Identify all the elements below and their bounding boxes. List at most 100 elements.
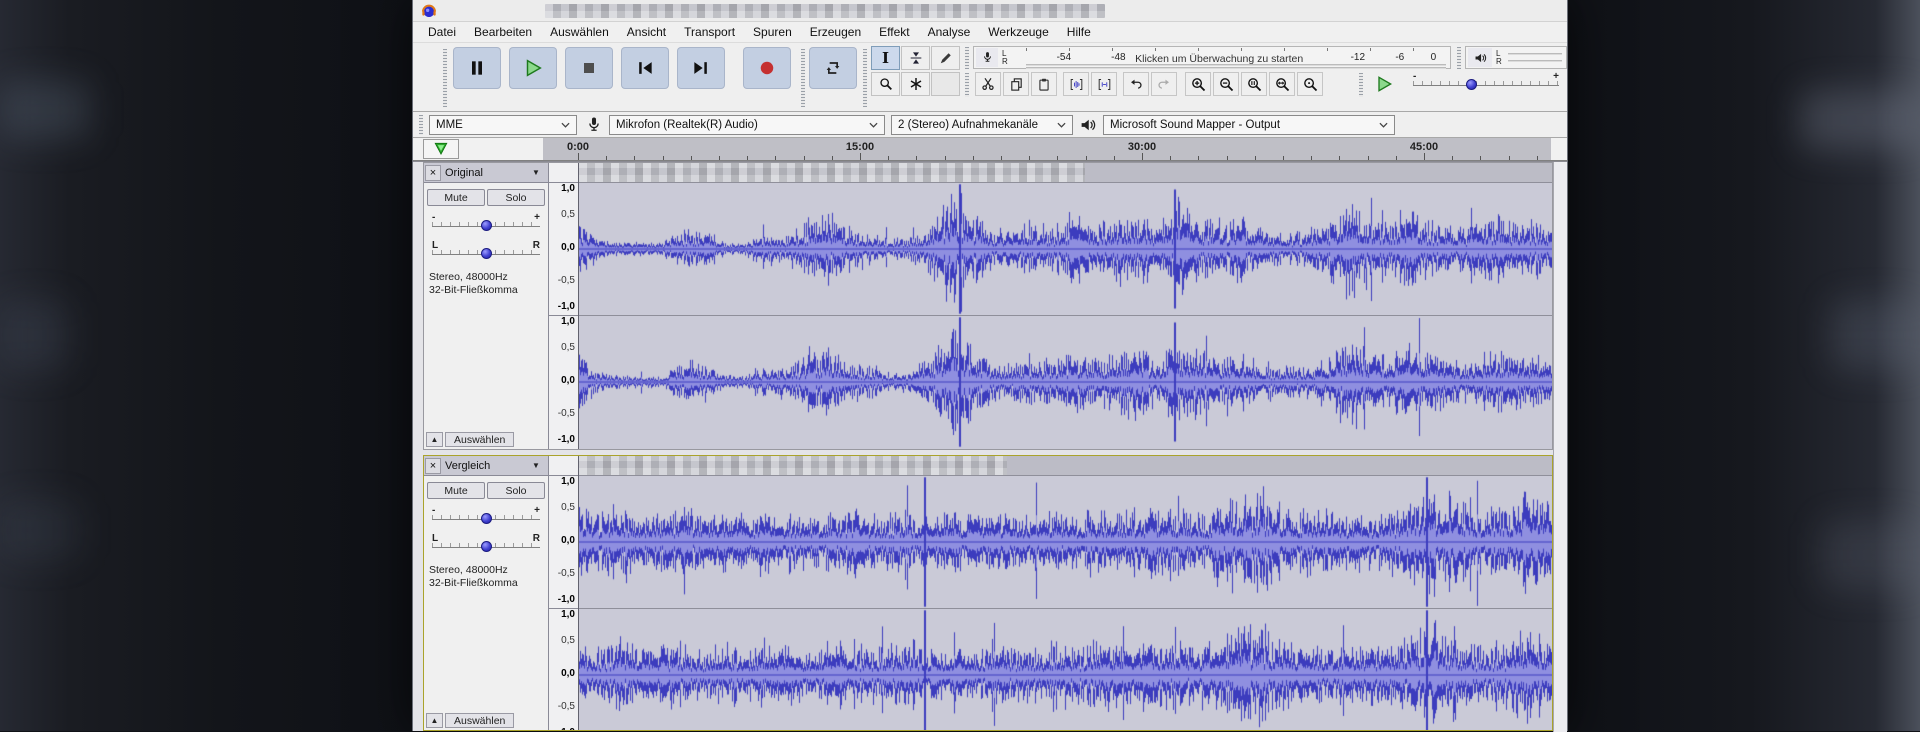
- play-at-speed-button[interactable]: [1369, 72, 1399, 96]
- menu-item-spuren[interactable]: Spuren: [744, 23, 801, 41]
- vertical-scale-channel[interactable]: 1,00,50,0-0,5-1,0: [549, 476, 578, 608]
- amplitude-label: -1,0: [558, 727, 575, 731]
- waveform-right-channel[interactable]: [579, 609, 1552, 731]
- multi-tool-button[interactable]: [901, 72, 930, 96]
- zoom-to-selection-button[interactable]: [1241, 72, 1267, 96]
- waveform-left-channel[interactable]: [579, 183, 1552, 315]
- mute-button[interactable]: Mute: [427, 189, 485, 206]
- toolbar-grip[interactable]: [965, 47, 969, 69]
- vertical-scrollbar[interactable]: [1553, 162, 1567, 732]
- select-track-button[interactable]: Auswählen: [445, 432, 514, 447]
- vertical-scale[interactable]: 1,00,50,0-0,5-1,0 1,00,50,0-0,5-1,0: [549, 163, 579, 449]
- playback-device-select[interactable]: Microsoft Sound Mapper - Output: [1103, 115, 1395, 135]
- audio-host-select[interactable]: MME: [429, 115, 577, 135]
- envelope-tool-button[interactable]: [901, 46, 930, 70]
- playback-meter-speaker-button[interactable]: [1468, 48, 1492, 67]
- solo-button[interactable]: Solo: [487, 482, 545, 499]
- slider-thumb[interactable]: [481, 220, 492, 231]
- track-menu-button[interactable]: ▼: [532, 168, 548, 177]
- menu-item-analyse[interactable]: Analyse: [919, 23, 980, 41]
- collapse-button[interactable]: ▲: [426, 713, 443, 728]
- toolbar-grip[interactable]: [419, 115, 423, 135]
- vertical-scale-channel[interactable]: 1,00,50,0-0,5-1,0: [549, 315, 578, 447]
- copy-button[interactable]: [1003, 72, 1029, 96]
- select-track-button[interactable]: Auswählen: [445, 713, 514, 728]
- track-close-button[interactable]: ×: [425, 165, 441, 181]
- silence-audio-button[interactable]: [1091, 72, 1117, 96]
- track-close-button[interactable]: ×: [425, 458, 441, 474]
- zoom-in-button[interactable]: [1185, 72, 1211, 96]
- track-control-panel: × Vergleich ▼ Mute Solo - + L R: [424, 456, 549, 730]
- paste-button[interactable]: [1031, 72, 1057, 96]
- slider-thumb[interactable]: [1466, 79, 1477, 90]
- track-title[interactable]: Vergleich: [441, 460, 532, 472]
- mute-button[interactable]: Mute: [427, 482, 485, 499]
- toolbar-grip[interactable]: [965, 73, 969, 97]
- pause-button[interactable]: [453, 47, 501, 89]
- pan-slider[interactable]: L R: [432, 243, 540, 261]
- gain-slider[interactable]: - +: [432, 508, 540, 526]
- slider-thumb[interactable]: [481, 541, 492, 552]
- skip-to-end-button[interactable]: [677, 47, 725, 89]
- trim-audio-button[interactable]: [1063, 72, 1089, 96]
- selection-tool-button[interactable]: I: [871, 46, 900, 70]
- clip-title-bar[interactable]: [579, 163, 1552, 183]
- cut-button[interactable]: [975, 72, 1001, 96]
- zoom-to-project-button[interactable]: [1269, 72, 1295, 96]
- recording-channels-select[interactable]: 2 (Stereo) Aufnahmekanäle: [891, 115, 1073, 135]
- menu-item-datei[interactable]: Datei: [419, 23, 465, 41]
- skip-to-start-button[interactable]: [621, 47, 669, 89]
- menu-item-auswählen[interactable]: Auswählen: [541, 23, 618, 41]
- play-button[interactable]: [509, 47, 557, 89]
- toolbar-grip[interactable]: [1457, 47, 1461, 69]
- record-button[interactable]: [743, 47, 791, 89]
- draw-tool-button[interactable]: [931, 46, 960, 70]
- amplitude-label: -0,5: [558, 568, 575, 579]
- redo-button[interactable]: [1151, 72, 1177, 96]
- menu-item-erzeugen[interactable]: Erzeugen: [801, 23, 870, 41]
- slider-thumb[interactable]: [481, 513, 492, 524]
- stop-button[interactable]: [565, 47, 613, 89]
- vertical-scale-channel[interactable]: 1,00,50,0-0,5-1,0: [549, 608, 578, 731]
- timeline-ruler[interactable]: 0:0015:0030:0045:00: [459, 138, 1555, 160]
- zoom-toggle-button[interactable]: [1297, 72, 1323, 96]
- zoom-out-button[interactable]: [1213, 72, 1239, 96]
- solo-button[interactable]: Solo: [487, 189, 545, 206]
- menu-item-bearbeiten[interactable]: Bearbeiten: [465, 23, 541, 41]
- menu-item-effekt[interactable]: Effekt: [870, 23, 918, 41]
- recording-device-select[interactable]: Mikrofon (Realtek(R) Audio): [609, 115, 885, 135]
- recording-meter-mic-button[interactable]: [976, 48, 998, 67]
- record-icon: [757, 58, 777, 78]
- toolbar-grip[interactable]: [1359, 73, 1363, 97]
- microphone-icon: [585, 116, 603, 134]
- gain-slider[interactable]: - +: [432, 215, 540, 233]
- timeline-minor-tick: [1339, 156, 1340, 160]
- play-speed-slider[interactable]: - +: [1413, 74, 1559, 92]
- undo-button[interactable]: [1123, 72, 1149, 96]
- clip-title-bar[interactable]: [579, 456, 1552, 476]
- pan-slider[interactable]: L R: [432, 536, 540, 554]
- menu-item-hilfe[interactable]: Hilfe: [1058, 23, 1100, 41]
- recording-meter[interactable]: LR -54-48-12-60Klicken um Überwachung zu…: [973, 46, 1451, 69]
- slider-thumb[interactable]: [481, 248, 492, 259]
- toolbar-grip[interactable]: [443, 49, 447, 107]
- waveform-right-channel[interactable]: [579, 316, 1552, 448]
- menu-item-ansicht[interactable]: Ansicht: [618, 23, 675, 41]
- timeline-options-button[interactable]: [423, 139, 459, 159]
- toolbar-grip[interactable]: [801, 49, 805, 107]
- loop-button[interactable]: [809, 47, 857, 89]
- menu-item-werkzeuge[interactable]: Werkzeuge: [979, 23, 1057, 41]
- vertical-scale[interactable]: 1,00,50,0-0,5-1,0 1,00,50,0-0,5-1,0: [549, 456, 579, 730]
- menu-item-transport[interactable]: Transport: [675, 23, 744, 41]
- toolbar-grip[interactable]: [863, 49, 867, 107]
- amplitude-label: -1,0: [558, 434, 575, 445]
- collapse-button[interactable]: ▲: [426, 432, 443, 447]
- playback-meter[interactable]: LR: [1465, 46, 1567, 69]
- title-bar[interactable]: [413, 0, 1567, 22]
- vertical-scale-channel[interactable]: 1,00,50,0-0,5-1,0: [549, 183, 578, 315]
- device-toolbar: MME Mikrofon (Realtek(R) Audio) 2 (Stere…: [413, 112, 1567, 138]
- zoom-tool-button[interactable]: [871, 72, 900, 96]
- waveform-left-channel[interactable]: [579, 476, 1552, 608]
- track-menu-button[interactable]: ▼: [532, 461, 548, 470]
- track-title[interactable]: Original: [441, 167, 532, 179]
